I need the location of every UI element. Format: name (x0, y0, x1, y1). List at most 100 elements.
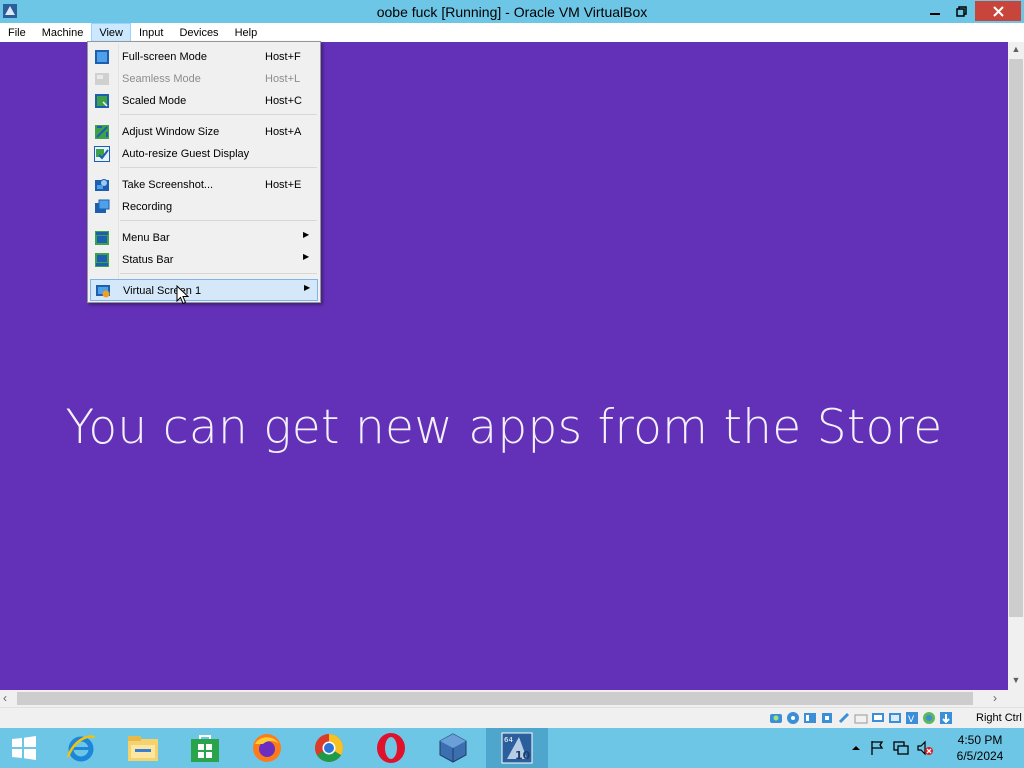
menu-help[interactable]: Help (227, 23, 266, 42)
svg-text:10: 10 (515, 749, 531, 762)
status-indicators: V (768, 710, 953, 725)
shared-folder-icon[interactable] (853, 710, 868, 725)
vertical-scroll-thumb[interactable] (1009, 59, 1023, 617)
menu-item-recording[interactable]: Recording (90, 196, 318, 218)
network-icon[interactable] (819, 710, 834, 725)
screenshot-icon (95, 179, 109, 191)
close-icon (992, 5, 1004, 17)
auto-resize-icon (94, 146, 110, 162)
taskbar-firefox[interactable] (236, 728, 298, 768)
scroll-left-icon[interactable]: ‹ (3, 691, 7, 705)
taskbar-store[interactable] (174, 728, 236, 768)
taskbar-file-explorer[interactable] (112, 728, 174, 768)
menu-item-fullscreen[interactable]: Full-screen Mode Host+F (90, 46, 318, 68)
close-button[interactable] (975, 1, 1021, 21)
menu-item-label: Status Bar (122, 254, 174, 266)
menu-view[interactable]: View (91, 23, 131, 42)
seamless-icon (95, 73, 109, 85)
minimize-button[interactable] (921, 1, 948, 21)
menu-item-status-bar[interactable]: Status Bar ▶ (90, 249, 318, 271)
recording-icon (95, 199, 110, 213)
scroll-up-icon[interactable]: ▲ (1008, 44, 1024, 54)
menu-item-label: Menu Bar (122, 232, 170, 244)
taskbar-ie[interactable] (50, 728, 112, 768)
guest-additions-icon[interactable] (921, 710, 936, 725)
svg-text:64: 64 (504, 736, 513, 744)
hard-disk-icon[interactable] (768, 710, 783, 725)
submenu-arrow-icon: ▶ (304, 283, 311, 292)
fullscreen-icon (95, 50, 109, 64)
windows10-vm-icon: 6410 (501, 732, 533, 764)
menu-item-menu-bar[interactable]: Menu Bar ▶ (90, 227, 318, 249)
host-key-indicator[interactable]: Right Ctrl (976, 712, 1022, 724)
vertical-scrollbar[interactable]: ▲ ▼ (1008, 42, 1024, 690)
optical-drive-icon[interactable] (785, 710, 800, 725)
window-title: oobe fuck [Running] - Oracle VM VirtualB… (376, 4, 648, 20)
display-icon[interactable] (870, 710, 885, 725)
minimize-icon (929, 13, 940, 15)
scaled-icon (95, 94, 109, 108)
menu-item-scaled[interactable]: Scaled Mode Host+C (90, 90, 318, 112)
menu-separator (120, 273, 317, 274)
menu-item-label: Take Screenshot... (122, 179, 214, 191)
menu-separator (120, 167, 317, 168)
menu-item-auto-resize[interactable]: Auto-resize Guest Display (90, 143, 318, 165)
menu-file[interactable]: File (0, 23, 34, 42)
start-icon (12, 736, 36, 760)
svg-text:V: V (908, 715, 915, 725)
taskbar-vm-window[interactable]: 64 10 (486, 728, 548, 768)
title-bar: oobe fuck [Running] - Oracle VM VirtualB… (0, 0, 1024, 23)
menu-item-label: Scaled Mode (122, 95, 187, 107)
statusbar-icon (95, 253, 109, 267)
video-capture-icon[interactable] (887, 710, 902, 725)
horizontal-scroll-thumb[interactable] (17, 692, 973, 705)
network-tray-icon[interactable] (892, 739, 910, 757)
scroll-down-icon[interactable]: ▼ (1008, 675, 1024, 685)
taskbar-chrome[interactable] (298, 728, 360, 768)
menu-bar: File Machine View Input Devices Help (0, 23, 1024, 42)
menu-item-label: Full-screen Mode (122, 51, 207, 63)
menu-devices[interactable]: Devices (171, 23, 226, 42)
menu-item-label: Recording (122, 201, 173, 213)
show-hidden-icons-icon[interactable] (850, 742, 862, 754)
start-button[interactable] (0, 728, 48, 768)
virtualbox-icon (439, 733, 467, 763)
firefox-icon (253, 734, 281, 762)
usb-icon[interactable] (836, 710, 851, 725)
submenu-arrow-icon: ▶ (303, 230, 310, 239)
virtual-screen-icon (96, 285, 110, 298)
taskbar: 64 10 4:50 PM 6/5/2024 (0, 728, 1024, 768)
menu-item-label: Seamless Mode (122, 73, 201, 85)
opera-icon (377, 733, 405, 763)
guest-message: You can get new apps from the Store (65, 400, 943, 455)
taskbar-opera[interactable] (360, 728, 422, 768)
horizontal-scrollbar[interactable]: ‹ › (0, 690, 1008, 707)
internet-explorer-icon (66, 735, 96, 762)
menu-item-seamless: Seamless Mode Host+L (90, 68, 318, 90)
menu-item-adjust-window-size[interactable]: Adjust Window Size Host+A (90, 121, 318, 143)
clock-date: 6/5/2024 (956, 749, 1004, 763)
scroll-corner (1008, 690, 1024, 707)
menu-item-shortcut: Host+F (265, 51, 301, 63)
menu-machine[interactable]: Machine (34, 23, 92, 42)
menu-input[interactable]: Input (131, 23, 171, 42)
system-tray (850, 728, 934, 768)
file-explorer-icon (128, 736, 158, 761)
virtualization-icon[interactable]: V (904, 710, 919, 725)
menu-separator (120, 220, 317, 221)
action-center-flag-icon[interactable] (868, 739, 886, 757)
taskbar-clock[interactable]: 4:50 PM 6/5/2024 (945, 732, 1015, 764)
mouse-integration-icon[interactable] (938, 710, 953, 725)
submenu-arrow-icon: ▶ (303, 252, 310, 261)
menu-item-take-screenshot[interactable]: Take Screenshot... Host+E (90, 174, 318, 196)
status-bar: V Right Ctrl (0, 707, 1024, 728)
menu-separator (120, 114, 317, 115)
menu-item-virtual-screen-1[interactable]: Virtual Screen 1 ▶ (90, 279, 318, 301)
adjust-window-icon (95, 125, 109, 139)
scroll-right-icon[interactable]: › (993, 691, 997, 705)
restore-button[interactable] (948, 1, 974, 21)
volume-muted-icon[interactable] (916, 739, 934, 757)
audio-icon[interactable] (802, 710, 817, 725)
taskbar-virtualbox[interactable] (422, 728, 484, 768)
menubar-icon (95, 231, 109, 245)
